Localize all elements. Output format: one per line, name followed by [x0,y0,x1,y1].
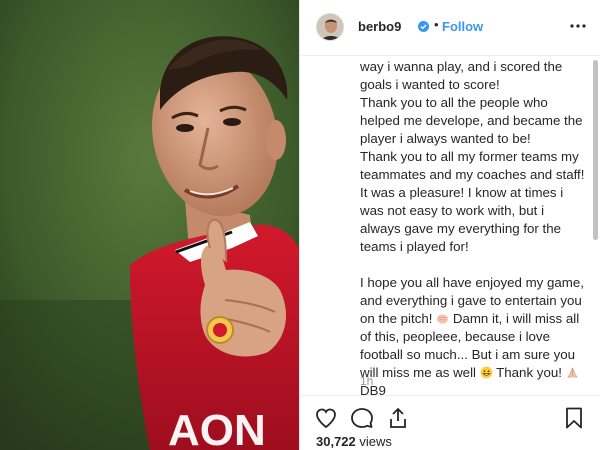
caption-text: way i wanna play, and i scored the goals… [360,58,586,400]
post-timestamp[interactable]: 1h [360,374,373,388]
player-photo-illustration: AON [0,0,299,450]
view-count-number: 30,722 [316,434,356,449]
caption-text-segment: Thank you! [492,365,566,380]
oncoming-fist-emoji [437,314,449,324]
view-count[interactable]: 30,722 views [316,434,392,449]
view-count-label: views [355,434,392,449]
grinning-face-emoji [480,366,493,379]
caption-line: Thank you to all the people who helped m… [360,95,587,146]
separator-dot: • [434,17,439,32]
bookmark-icon[interactable] [562,406,586,430]
caption-scrollbar[interactable] [593,60,598,240]
avatar[interactable] [316,13,344,41]
follow-button[interactable]: Follow [442,19,483,34]
action-bar [300,395,600,436]
more-options-icon[interactable] [570,18,586,34]
share-icon[interactable] [386,406,410,430]
svg-text:AON: AON [168,406,266,450]
post-side-panel: berbo9 • Follow way i wanna play, and i … [300,0,600,450]
folded-hands-emoji [566,367,578,378]
caption-line: Thank you to all my former teams my team… [360,149,589,254]
heart-icon[interactable] [314,406,338,430]
post-header: berbo9 • Follow [300,0,600,56]
caption-paragraph: I hope you all have enjoyed my game, and… [360,274,586,400]
comment-icon[interactable] [350,406,374,430]
avatar-image [317,14,343,40]
caption-line: way i wanna play, and i scored the goals… [360,59,566,92]
verified-badge-icon [418,21,429,32]
username-link[interactable]: berbo9 [358,19,401,34]
post-photo[interactable]: AON [0,0,299,450]
instagram-post: AON berbo9 • Follow way i wanna play, an… [0,0,600,450]
